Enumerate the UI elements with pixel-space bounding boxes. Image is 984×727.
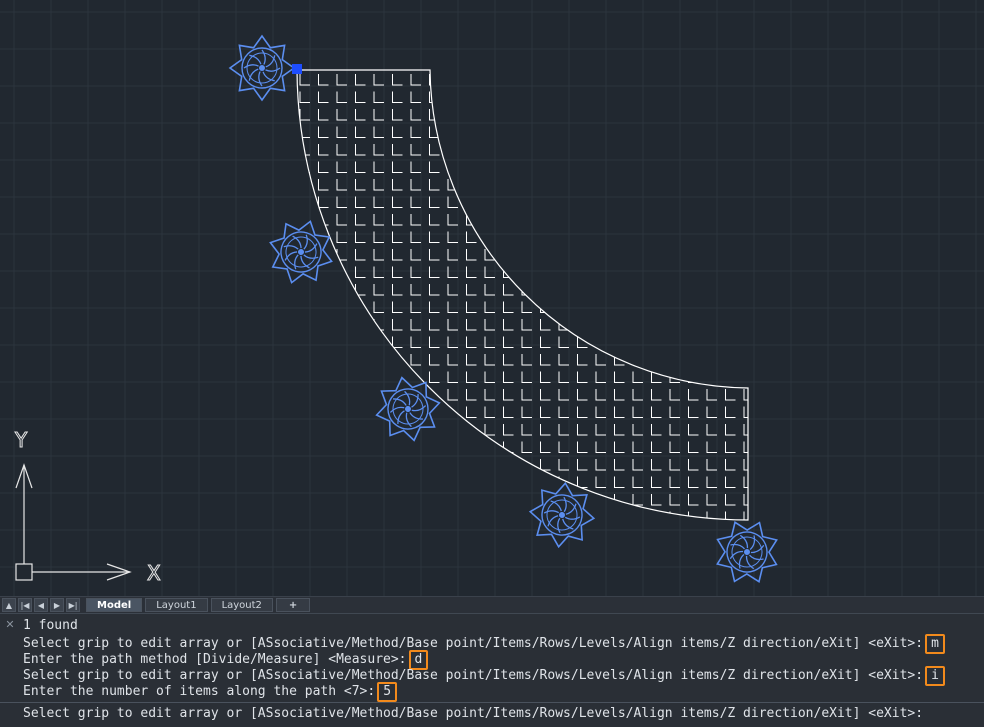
history-line: Enter the number of items along the path… [23,682,978,702]
tab-model[interactable]: Model [86,598,143,612]
array-item-symbol[interactable] [364,365,453,454]
array-item-symbol[interactable] [228,34,296,102]
array-item-symbol[interactable] [517,470,607,560]
history-line: Select grip to edit array or [ASsociativ… [23,666,978,686]
tab-layout2[interactable]: Layout2 [210,598,273,612]
command-input[interactable] [950,706,980,722]
grid [0,0,984,596]
user-response: 5 [377,682,398,702]
tab-next-button[interactable]: ▶ [50,598,64,612]
history-line: 1 found [23,618,78,633]
ucs-x-label: X [147,561,161,585]
path-array-items[interactable] [228,34,789,594]
command-history: 1 found Select grip to edit array or [AS… [23,618,978,702]
add-layout-button[interactable]: + [275,598,311,612]
command-prompt-text: Select grip to edit array or [ASsociativ… [23,706,924,721]
tab-scroll-up-button[interactable]: ▲ [2,598,16,612]
tab-first-button[interactable]: |◀ [18,598,32,612]
close-icon[interactable]: ✕ [3,618,17,632]
array-grip[interactable] [292,64,302,74]
user-response: i [925,666,945,686]
hatch-pattern [299,74,748,520]
hatched-path-region[interactable] [296,69,754,523]
layout-tab-bar: ▲ |◀ ◀ ▶ ▶| Model Layout1 Layout2 + [0,596,984,613]
user-response: m [925,634,945,654]
history-line: Enter the path method [Divide/Measure] <… [23,650,978,670]
model-space[interactable]: Y X [0,0,984,596]
command-prompt: Select grip to edit array or [ASsociativ… [0,702,984,726]
tab-prev-button[interactable]: ◀ [34,598,48,612]
drawing-canvas[interactable]: Y X [0,0,984,596]
array-item-symbol[interactable] [705,510,788,593]
tab-layout1[interactable]: Layout1 [145,598,208,612]
history-line: Select grip to edit array or [ASsociativ… [23,634,978,654]
ucs-y-label: Y [14,428,28,452]
command-line-panel: ✕ 1 found Select grip to edit array or [… [0,613,984,727]
tab-last-button[interactable]: ▶| [66,598,80,612]
